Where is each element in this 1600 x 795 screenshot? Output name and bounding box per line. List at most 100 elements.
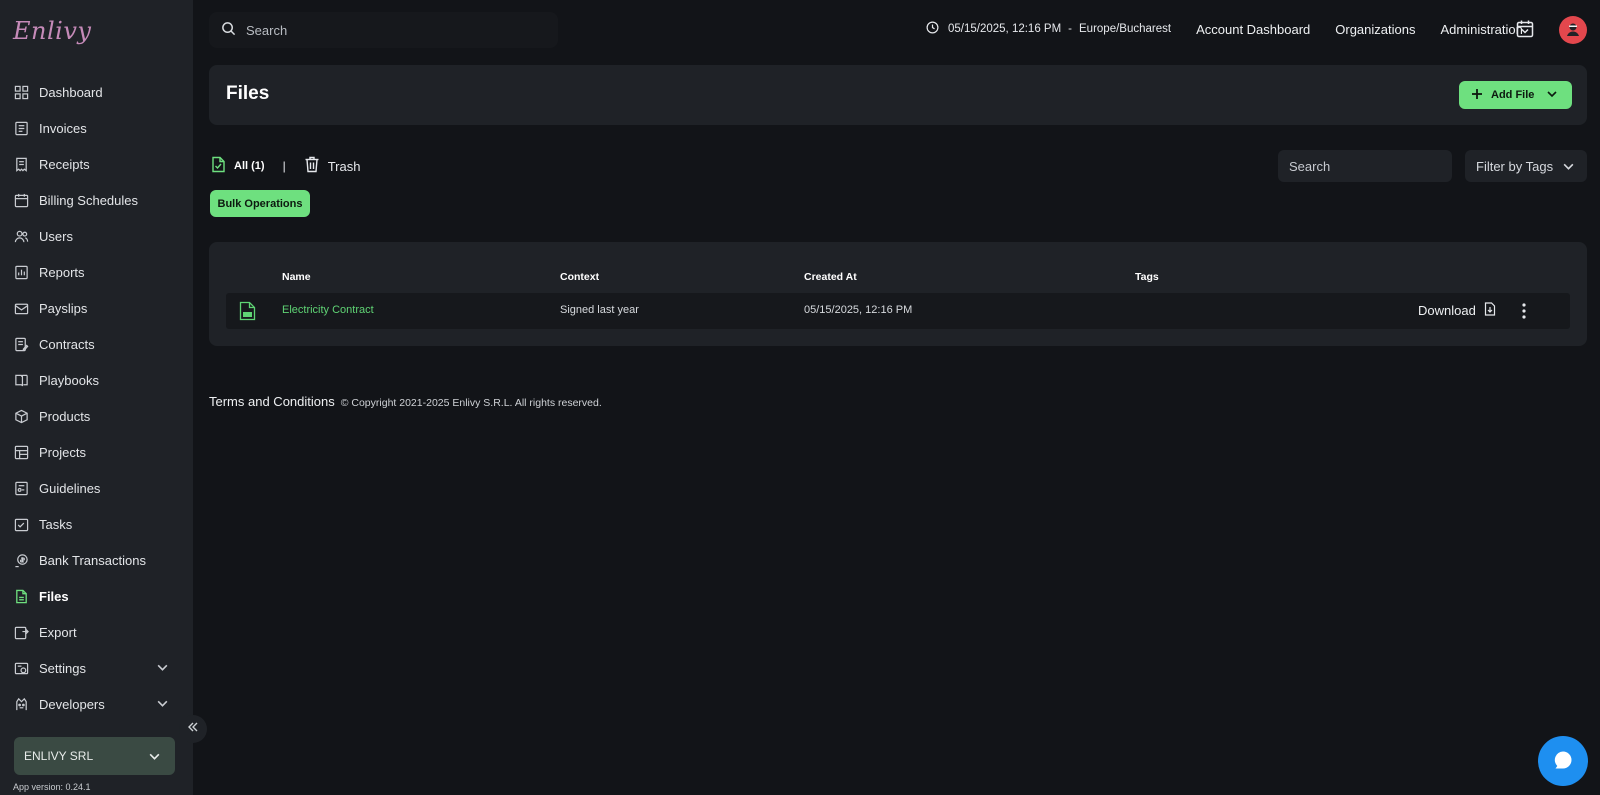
- enlivy-logo[interactable]: Enlivy: [13, 17, 91, 45]
- download-button[interactable]: Download: [1418, 302, 1496, 319]
- bank-transactions-icon: [13, 552, 29, 568]
- sidebar-item-label: Files: [39, 588, 69, 604]
- sidebar-item-settings[interactable]: Settings: [0, 650, 193, 686]
- file-name-link[interactable]: Electricity Contract: [282, 304, 374, 316]
- chevron-down-icon[interactable]: [156, 661, 169, 677]
- user-avatar[interactable]: [1559, 16, 1587, 44]
- sidebar-item-label: Projects: [39, 444, 86, 460]
- topbar-right: 05/15/2025, 12:16 PM - Europe/Bucharest …: [926, 19, 1523, 39]
- more-actions-icon[interactable]: [1516, 302, 1532, 323]
- global-search-input[interactable]: [246, 22, 536, 38]
- chevron-down-icon: [148, 750, 161, 766]
- tab-trash[interactable]: Trash: [304, 156, 361, 176]
- sidebar-item-export[interactable]: Export: [0, 614, 193, 650]
- pdf-file-icon: [239, 301, 256, 324]
- sidebar-item-label: Dashboard: [39, 84, 103, 100]
- users-icon: [13, 228, 29, 244]
- tasks-icon: [13, 516, 29, 532]
- page-footer: Terms and Conditions © Copyright 2021-20…: [209, 394, 602, 409]
- file-created-at: 05/15/2025, 12:16 PM: [804, 304, 913, 316]
- chevron-down-icon[interactable]: [156, 697, 169, 713]
- sidebar: Enlivy Dashboard Invoices Receipts Billi…: [0, 0, 193, 795]
- column-header-tags[interactable]: Tags: [1135, 271, 1159, 283]
- sidebar-item-label: Invoices: [39, 120, 87, 136]
- app-version: App version: 0.24.1: [13, 782, 91, 792]
- trash-icon: [304, 156, 320, 176]
- terms-link[interactable]: Terms and Conditions: [209, 394, 335, 409]
- sidebar-item-label: Guidelines: [39, 480, 101, 496]
- sidebar-item-tasks[interactable]: Tasks: [0, 506, 193, 542]
- account-dashboard-link[interactable]: Account Dashboard: [1196, 22, 1310, 37]
- calendar-icon[interactable]: [1515, 19, 1535, 42]
- clock-icon: [926, 21, 939, 37]
- sidebar-item-playbooks[interactable]: Playbooks: [0, 362, 193, 398]
- file-check-icon: [211, 156, 226, 176]
- global-search[interactable]: [209, 12, 558, 48]
- organization-selector[interactable]: ENLIVY SRL: [14, 737, 175, 775]
- column-header-name[interactable]: Name: [282, 271, 311, 283]
- playbooks-icon: [13, 372, 29, 388]
- sidebar-item-label: Receipts: [39, 156, 90, 172]
- sidebar-item-label: Playbooks: [39, 372, 99, 388]
- sidebar-item-payslips[interactable]: Payslips: [0, 290, 193, 326]
- sidebar-item-guidelines[interactable]: Guidelines: [0, 470, 193, 506]
- sidebar-item-label: Bank Transactions: [39, 552, 146, 568]
- files-search[interactable]: [1278, 150, 1452, 182]
- sidebar-item-reports[interactable]: Reports: [0, 254, 193, 290]
- bulk-operations-button[interactable]: Bulk Operations: [210, 190, 310, 217]
- invoice-icon: [13, 120, 29, 136]
- download-label: Download: [1418, 303, 1476, 318]
- sidebar-item-label: Products: [39, 408, 91, 424]
- sidebar-item-label: Settings: [39, 660, 86, 676]
- file-context: Signed last year: [560, 304, 639, 316]
- chevron-down-icon: [1546, 88, 1558, 103]
- file-tabs: All (1) | Trash: [211, 156, 360, 176]
- chat-button[interactable]: [1538, 736, 1588, 786]
- sidebar-item-bank-transactions[interactable]: Bank Transactions: [0, 542, 193, 578]
- organizations-link[interactable]: Organizations: [1335, 22, 1415, 37]
- copyright-text: © Copyright 2021-2025 Enlivy S.R.L. All …: [340, 397, 602, 409]
- developers-icon: [13, 696, 29, 712]
- avatar-icon: [1563, 19, 1583, 42]
- sidebar-item-contracts[interactable]: Contracts: [0, 326, 193, 362]
- sidebar-item-files[interactable]: Files: [0, 578, 193, 614]
- sidebar-item-billing-schedules[interactable]: Billing Schedules: [0, 182, 193, 218]
- column-header-context[interactable]: Context: [560, 271, 599, 283]
- receipt-icon: [13, 156, 29, 172]
- reports-icon: [13, 264, 29, 280]
- page-header: Files Add File: [209, 65, 1587, 125]
- products-icon: [13, 408, 29, 424]
- sidebar-item-label: Tasks: [39, 516, 73, 532]
- sidebar-item-users[interactable]: Users: [0, 218, 193, 254]
- column-header-created-at[interactable]: Created At: [804, 271, 857, 283]
- sidebar-item-dashboard[interactable]: Dashboard: [0, 74, 193, 110]
- filter-by-tags-dropdown[interactable]: Filter by Tags: [1465, 150, 1587, 182]
- projects-icon: [13, 444, 29, 460]
- current-datetime: 05/15/2025, 12:16 PM: [948, 23, 1062, 35]
- payslips-icon: [13, 300, 29, 316]
- tab-all[interactable]: All (1): [211, 156, 265, 176]
- sidebar-item-projects[interactable]: Projects: [0, 434, 193, 470]
- files-search-input[interactable]: [1289, 158, 1439, 174]
- sidebar-item-label: Developers: [39, 696, 105, 712]
- sidebar-item-label: Export: [39, 624, 77, 640]
- sidebar-item-developers[interactable]: Developers: [0, 686, 193, 722]
- dashboard-icon: [13, 84, 29, 100]
- sidebar-item-receipts[interactable]: Receipts: [0, 146, 193, 182]
- tab-trash-label: Trash: [327, 158, 361, 174]
- administration-link[interactable]: Administration: [1440, 22, 1522, 37]
- table-row[interactable]: Electricity Contract Signed last year 05…: [226, 293, 1570, 329]
- sidebar-item-products[interactable]: Products: [0, 398, 193, 434]
- chat-bubble-icon: [1552, 749, 1574, 774]
- sidebar-item-invoices[interactable]: Invoices: [0, 110, 193, 146]
- sidebar-item-label: Reports: [39, 264, 85, 280]
- search-icon: [221, 21, 236, 39]
- chevron-down-icon: [1562, 160, 1575, 176]
- sidebar-item-label: Users: [39, 228, 73, 244]
- add-file-button[interactable]: Add File: [1459, 81, 1572, 109]
- download-file-icon: [1484, 302, 1496, 319]
- sidebar-item-label: Billing Schedules: [39, 192, 139, 208]
- page-title: Files: [226, 83, 270, 104]
- plus-icon: [1471, 88, 1483, 103]
- collapse-sidebar-button[interactable]: [179, 715, 207, 743]
